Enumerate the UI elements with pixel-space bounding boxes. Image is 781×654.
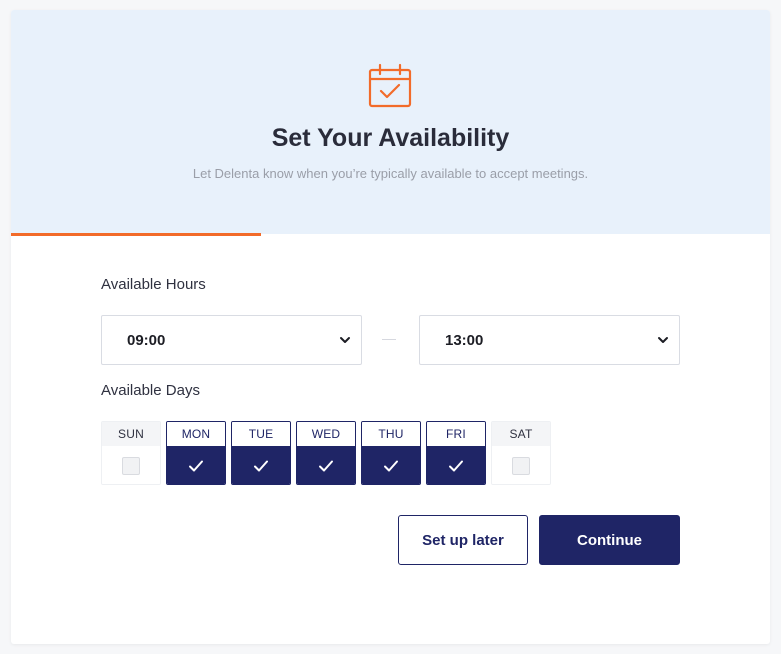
start-time-select[interactable]: 09:00 [101,315,362,365]
day-toggle-fri[interactable]: FRI [426,421,486,485]
day-label: SUN [102,422,160,446]
day-label: MON [167,422,225,446]
header-banner: Set Your Availability Let Delenta know w… [11,10,770,234]
checkmark-icon [189,460,203,472]
checkmark-icon [384,460,398,472]
page-title: Set Your Availability [271,124,510,152]
day-toggle-tue[interactable]: TUE [231,421,291,485]
set-up-later-button[interactable]: Set up later [398,515,528,565]
available-days-label: Available Days [101,382,200,399]
start-time-value: 09:00 [127,331,166,349]
page-subtitle: Let Delenta know when you’re typically a… [192,166,589,181]
day-checkbox[interactable] [102,446,160,484]
continue-button[interactable]: Continue [539,515,680,565]
day-checkbox[interactable] [492,446,550,484]
day-label: WED [297,422,355,446]
day-toggle-wed[interactable]: WED [296,421,356,485]
day-label: SAT [492,422,550,446]
available-hours-label: Available Hours [101,276,206,293]
chevron-down-icon [658,337,668,343]
day-label: TUE [232,422,290,446]
unchecked-box-icon [122,457,140,475]
end-time-value: 13:00 [445,331,484,349]
unchecked-box-icon [512,457,530,475]
end-time-select[interactable]: 13:00 [419,315,680,365]
day-checkbox[interactable] [232,446,290,484]
progress-bar [11,233,770,236]
day-toggle-thu[interactable]: THU [361,421,421,485]
day-checkbox[interactable] [297,446,355,484]
day-label: THU [362,422,420,446]
day-toggle-sun[interactable]: SUN [101,421,161,485]
chevron-down-icon [340,337,350,343]
checkmark-icon [449,460,463,472]
day-label: FRI [427,422,485,446]
checkmark-icon [254,460,268,472]
day-checkbox[interactable] [427,446,485,484]
progress-fill [11,233,262,236]
time-range-separator [382,339,396,340]
day-checkbox[interactable] [167,446,225,484]
day-toggle-sat[interactable]: SAT [491,421,551,485]
availability-card: Set Your Availability Let Delenta know w… [11,10,770,644]
day-toggle-mon[interactable]: MON [166,421,226,485]
checkmark-icon [319,460,333,472]
calendar-check-icon [368,63,412,108]
day-selector: SUN MON TUE WED THU FRI SAT [101,421,551,485]
day-checkbox[interactable] [362,446,420,484]
